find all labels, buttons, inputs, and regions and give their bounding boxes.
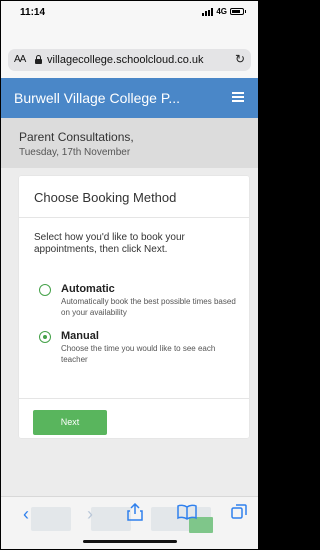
url-text[interactable]: villagecollege.schoolcloud.co.uk <box>47 54 204 66</box>
home-indicator[interactable] <box>83 540 177 543</box>
app-header: Burwell Village College P... <box>1 78 258 118</box>
radio-automatic[interactable] <box>39 284 51 296</box>
event-subheader: Parent Consultations, Tuesday, 17th Nove… <box>1 118 258 168</box>
option-label[interactable]: Manual <box>61 330 99 342</box>
bookmarks-icon[interactable] <box>176 503 198 525</box>
address-bar[interactable]: AA villagecollege.schoolcloud.co.uk ↻ <box>8 49 251 71</box>
network-type: 4G <box>216 7 227 16</box>
booking-method-card: Choose Booking Method Select how you'd l… <box>19 176 249 438</box>
lock-icon <box>35 55 42 64</box>
reload-icon[interactable]: ↻ <box>235 52 245 66</box>
event-date: Tuesday, 17th November <box>19 147 131 158</box>
forward-icon[interactable]: › <box>79 503 101 525</box>
next-button[interactable]: Next <box>33 410 107 435</box>
share-icon[interactable] <box>124 502 146 525</box>
status-time: 11:14 <box>20 7 46 18</box>
hamburger-menu-icon[interactable] <box>232 92 244 102</box>
browser-address-area: AA villagecollege.schoolcloud.co.uk ↻ <box>1 23 258 78</box>
status-indicators: 4G <box>202 7 246 16</box>
phone-screen: 11:14 4G AA villagecollege.schoolcloud.c… <box>1 1 258 549</box>
event-title: Parent Consultations, <box>19 130 134 144</box>
app-title: Burwell Village College P... <box>14 90 181 106</box>
option-description: Automatically book the best possible tim… <box>61 297 236 317</box>
next-button-label[interactable]: Next <box>33 417 107 427</box>
status-bar: 11:14 4G <box>1 1 258 23</box>
divider <box>19 398 249 399</box>
text-size-button[interactable]: AA <box>14 54 26 65</box>
signal-icon <box>202 7 214 16</box>
option-description: Choose the time you would like to see ea… <box>61 344 216 364</box>
battery-icon <box>230 8 246 15</box>
browser-toolbar: ‹ › <box>1 496 258 549</box>
tabs-icon[interactable] <box>228 503 250 525</box>
divider <box>19 217 249 218</box>
instructions-text: Select how you'd like to book your appoi… <box>34 232 185 255</box>
tab-preview-ghost <box>31 507 71 531</box>
back-icon[interactable]: ‹ <box>15 503 37 525</box>
card-title: Choose Booking Method <box>34 190 177 205</box>
radio-manual[interactable] <box>39 331 51 343</box>
option-label[interactable]: Automatic <box>61 283 115 295</box>
